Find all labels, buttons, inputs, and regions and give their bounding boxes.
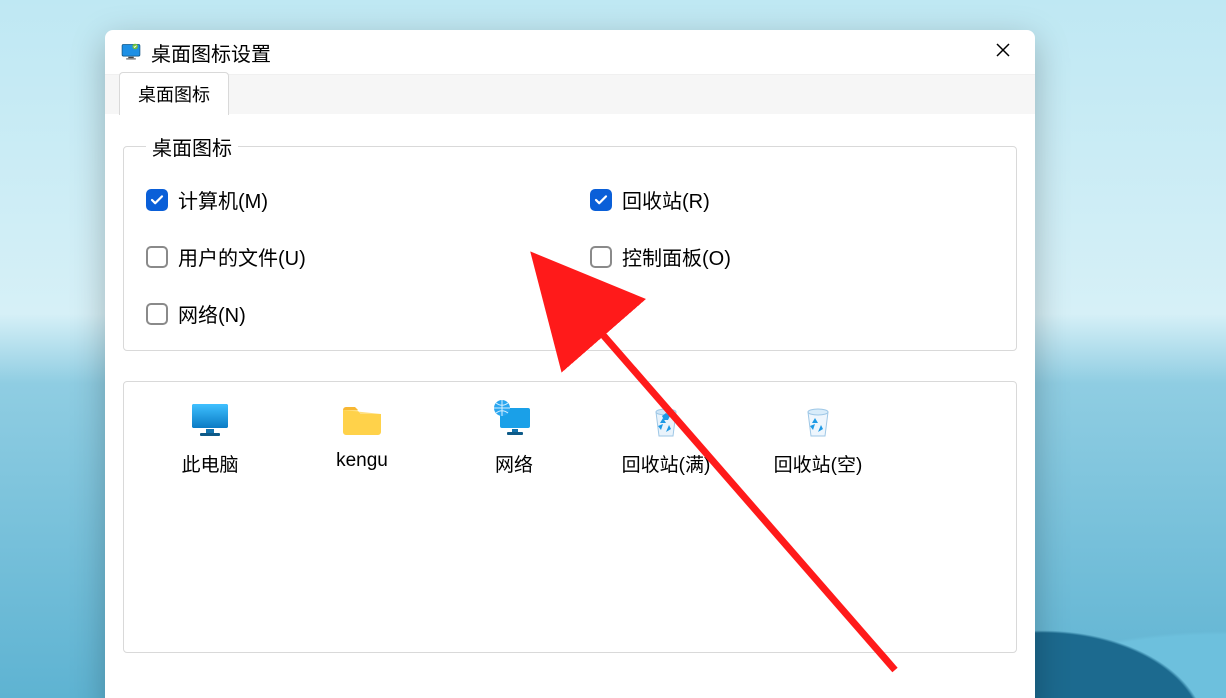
checkbox-recycle-bin[interactable]: 回收站(R) [590,185,994,214]
checkbox-computer[interactable]: 计算机(M) [146,185,550,214]
checkbox-label: 用户的文件(U) [178,242,306,271]
checkbox-control-panel[interactable]: 控制面板(O) [590,242,994,271]
preview-label: 回收站(满) [622,450,711,477]
preview-item-recycle-full[interactable]: 回收站(满) [590,396,742,638]
close-button[interactable] [981,36,1025,68]
preview-item-network[interactable]: 网络 [438,396,590,638]
preview-label: kengu [336,450,388,472]
titlebar: 桌面图标设置 [105,30,1035,74]
checkbox-icon [146,246,168,268]
close-icon [996,43,1010,62]
checkbox-label: 回收站(R) [622,185,710,214]
preview-item-recycle-empty[interactable]: 回收站(空) [742,396,894,638]
recycle-bin-empty-icon [794,396,842,444]
preview-item-user-folder[interactable]: kengu [286,396,438,638]
checkbox-icon [590,246,612,268]
checkbox-label: 控制面板(O) [622,242,731,271]
folder-icon [338,396,386,444]
checkbox-network[interactable]: 网络(N) [146,299,550,328]
tab-desktop-icons[interactable]: 桌面图标 [119,72,229,115]
checkbox-icon [146,189,168,211]
checkbox-label: 计算机(M) [178,185,268,214]
checkbox-user-files[interactable]: 用户的文件(U) [146,242,550,271]
desktop-icon-settings-dialog: 桌面图标设置 桌面图标 桌面图标 计算机(M) [105,30,1035,698]
tab-strip: 桌面图标 [105,74,1035,114]
preview-label: 回收站(空) [774,450,863,477]
desktop-background: 桌面图标设置 桌面图标 桌面图标 计算机(M) [0,0,1226,698]
recycle-bin-full-icon [642,396,690,444]
display-settings-icon [119,40,143,64]
checkbox-label: 网络(N) [178,299,246,328]
this-pc-icon [186,396,234,444]
tab-body: 桌面图标 计算机(M) 回收站(R) [105,114,1035,698]
preview-label: 此电脑 [181,450,238,477]
desktop-icons-group: 桌面图标 计算机(M) 回收站(R) [123,132,1017,351]
dialog-title: 桌面图标设置 [151,38,271,67]
checkbox-icon [146,303,168,325]
group-legend: 桌面图标 [146,132,238,161]
preview-label: 网络 [495,450,533,477]
checkbox-icon [590,189,612,211]
icon-preview-panel: 此电脑 kengu [123,381,1017,653]
preview-item-this-pc[interactable]: 此电脑 [134,396,286,638]
network-icon [490,396,538,444]
